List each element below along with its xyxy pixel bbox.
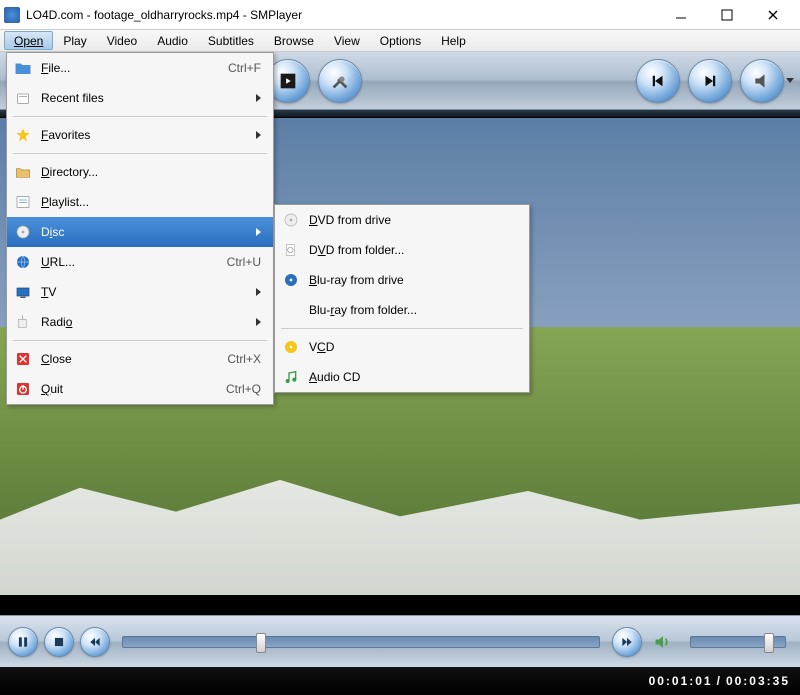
blank-icon bbox=[281, 300, 301, 320]
menu-item-label: TV bbox=[41, 285, 248, 299]
menu-audio[interactable]: Audio bbox=[147, 30, 198, 51]
disc-bluray-folder-item[interactable]: Blu-ray from folder... bbox=[275, 295, 529, 325]
menu-shortcut: Ctrl+F bbox=[228, 61, 261, 75]
menu-item-label: Directory... bbox=[41, 165, 261, 179]
playlist-icon bbox=[13, 192, 33, 212]
folder-icon bbox=[13, 58, 33, 78]
pause-button[interactable] bbox=[8, 627, 38, 657]
menu-item-label: VCD bbox=[309, 340, 517, 354]
recent-icon bbox=[13, 88, 33, 108]
toolbar-next-button[interactable] bbox=[688, 59, 732, 103]
open-file-item[interactable]: File... Ctrl+F bbox=[7, 53, 273, 83]
open-disc-item[interactable]: Disc bbox=[7, 217, 273, 247]
menu-item-label: Playlist... bbox=[41, 195, 261, 209]
star-icon bbox=[13, 125, 33, 145]
vcd-icon bbox=[281, 337, 301, 357]
forward-button[interactable] bbox=[612, 627, 642, 657]
close-button[interactable] bbox=[750, 1, 796, 29]
status-bar: 00:01:01 / 00:03:35 bbox=[0, 667, 800, 695]
menu-options[interactable]: Options bbox=[370, 30, 431, 51]
menu-item-label: Blu-ray from drive bbox=[309, 273, 517, 287]
menubar: Open Play Video Audio Subtitles Browse V… bbox=[0, 30, 800, 52]
menu-video[interactable]: Video bbox=[97, 30, 147, 51]
open-recent-item[interactable]: Recent files bbox=[7, 83, 273, 113]
menu-browse[interactable]: Browse bbox=[264, 30, 324, 51]
menu-item-label: Blu-ray from folder... bbox=[309, 303, 517, 317]
open-tv-item[interactable]: TV bbox=[7, 277, 273, 307]
menu-open[interactable]: Open bbox=[4, 31, 53, 50]
app-icon bbox=[4, 7, 20, 23]
disc-bluray-drive-item[interactable]: Blu-ray from drive bbox=[275, 265, 529, 295]
submenu-arrow-icon bbox=[256, 94, 261, 102]
menu-shortcut: Ctrl+Q bbox=[226, 382, 261, 396]
stop-button[interactable] bbox=[44, 627, 74, 657]
maximize-button[interactable] bbox=[704, 1, 750, 29]
open-directory-item[interactable]: Directory... bbox=[7, 157, 273, 187]
window-title: LO4D.com - footage_oldharryrocks.mp4 - S… bbox=[26, 8, 658, 22]
open-playlist-item[interactable]: Playlist... bbox=[7, 187, 273, 217]
open-quit-item[interactable]: Quit Ctrl+Q bbox=[7, 374, 273, 404]
radio-icon bbox=[13, 312, 33, 332]
menu-item-label: DVD from folder... bbox=[309, 243, 517, 257]
submenu-arrow-icon bbox=[256, 318, 261, 326]
close-icon bbox=[13, 349, 33, 369]
seek-handle[interactable] bbox=[256, 633, 266, 653]
volume-handle[interactable] bbox=[764, 633, 774, 653]
music-icon bbox=[281, 367, 301, 387]
menu-item-label: URL... bbox=[41, 255, 195, 269]
time-total: 00:03:35 bbox=[726, 674, 790, 688]
time-separator: / bbox=[717, 674, 722, 688]
volume-slider[interactable] bbox=[690, 636, 786, 648]
folder-open-icon bbox=[13, 162, 33, 182]
seek-slider[interactable] bbox=[122, 636, 600, 648]
disc-icon bbox=[13, 222, 33, 242]
menu-view[interactable]: View bbox=[324, 30, 370, 51]
toolbar-audio-button[interactable] bbox=[740, 59, 784, 103]
menu-play[interactable]: Play bbox=[53, 30, 96, 51]
disc-vcd-item[interactable]: VCD bbox=[275, 332, 529, 362]
bluray-icon bbox=[281, 270, 301, 290]
menu-item-label: Audio CD bbox=[309, 370, 517, 384]
open-url-item[interactable]: URL... Ctrl+U bbox=[7, 247, 273, 277]
disc-dvd-drive-item[interactable]: DVD from drive bbox=[275, 205, 529, 235]
submenu-arrow-icon bbox=[256, 228, 261, 236]
menu-item-label: Disc bbox=[41, 225, 248, 239]
menu-item-label: Quit bbox=[41, 382, 194, 396]
disc-folder-icon bbox=[281, 240, 301, 260]
open-close-item[interactable]: Close Ctrl+X bbox=[7, 344, 273, 374]
menu-item-label: DVD from drive bbox=[309, 213, 517, 227]
menu-shortcut: Ctrl+X bbox=[227, 352, 261, 366]
chevron-down-icon[interactable] bbox=[786, 78, 794, 83]
menu-item-label: Radio bbox=[41, 315, 248, 329]
disc-submenu: DVD from drive DVD from folder... Blu-ra… bbox=[274, 204, 530, 393]
menu-item-label: Favorites bbox=[41, 128, 248, 142]
toolbar-preferences-button[interactable] bbox=[318, 59, 362, 103]
menu-subtitles[interactable]: Subtitles bbox=[198, 30, 264, 51]
open-favorites-item[interactable]: Favorites bbox=[7, 120, 273, 150]
menu-item-label: Recent files bbox=[41, 91, 248, 105]
time-current: 00:01:01 bbox=[649, 674, 713, 688]
toolbar-prev-button[interactable] bbox=[636, 59, 680, 103]
disc-dvd-folder-item[interactable]: DVD from folder... bbox=[275, 235, 529, 265]
tv-icon bbox=[13, 282, 33, 302]
minimize-button[interactable] bbox=[658, 1, 704, 29]
open-radio-item[interactable]: Radio bbox=[7, 307, 273, 337]
control-bar bbox=[0, 615, 800, 667]
disc-audiocd-item[interactable]: Audio CD bbox=[275, 362, 529, 392]
menu-shortcut: Ctrl+U bbox=[227, 255, 261, 269]
power-icon bbox=[13, 379, 33, 399]
open-dropdown: File... Ctrl+F Recent files Favorites Di… bbox=[6, 52, 274, 405]
disc-icon bbox=[281, 210, 301, 230]
window-titlebar: LO4D.com - footage_oldharryrocks.mp4 - S… bbox=[0, 0, 800, 30]
menu-item-label: Close bbox=[41, 352, 195, 366]
submenu-arrow-icon bbox=[256, 131, 261, 139]
rewind-button[interactable] bbox=[80, 627, 110, 657]
volume-icon[interactable] bbox=[648, 627, 678, 657]
globe-icon bbox=[13, 252, 33, 272]
menu-item-label: File... bbox=[41, 61, 196, 75]
submenu-arrow-icon bbox=[256, 288, 261, 296]
menu-help[interactable]: Help bbox=[431, 30, 476, 51]
